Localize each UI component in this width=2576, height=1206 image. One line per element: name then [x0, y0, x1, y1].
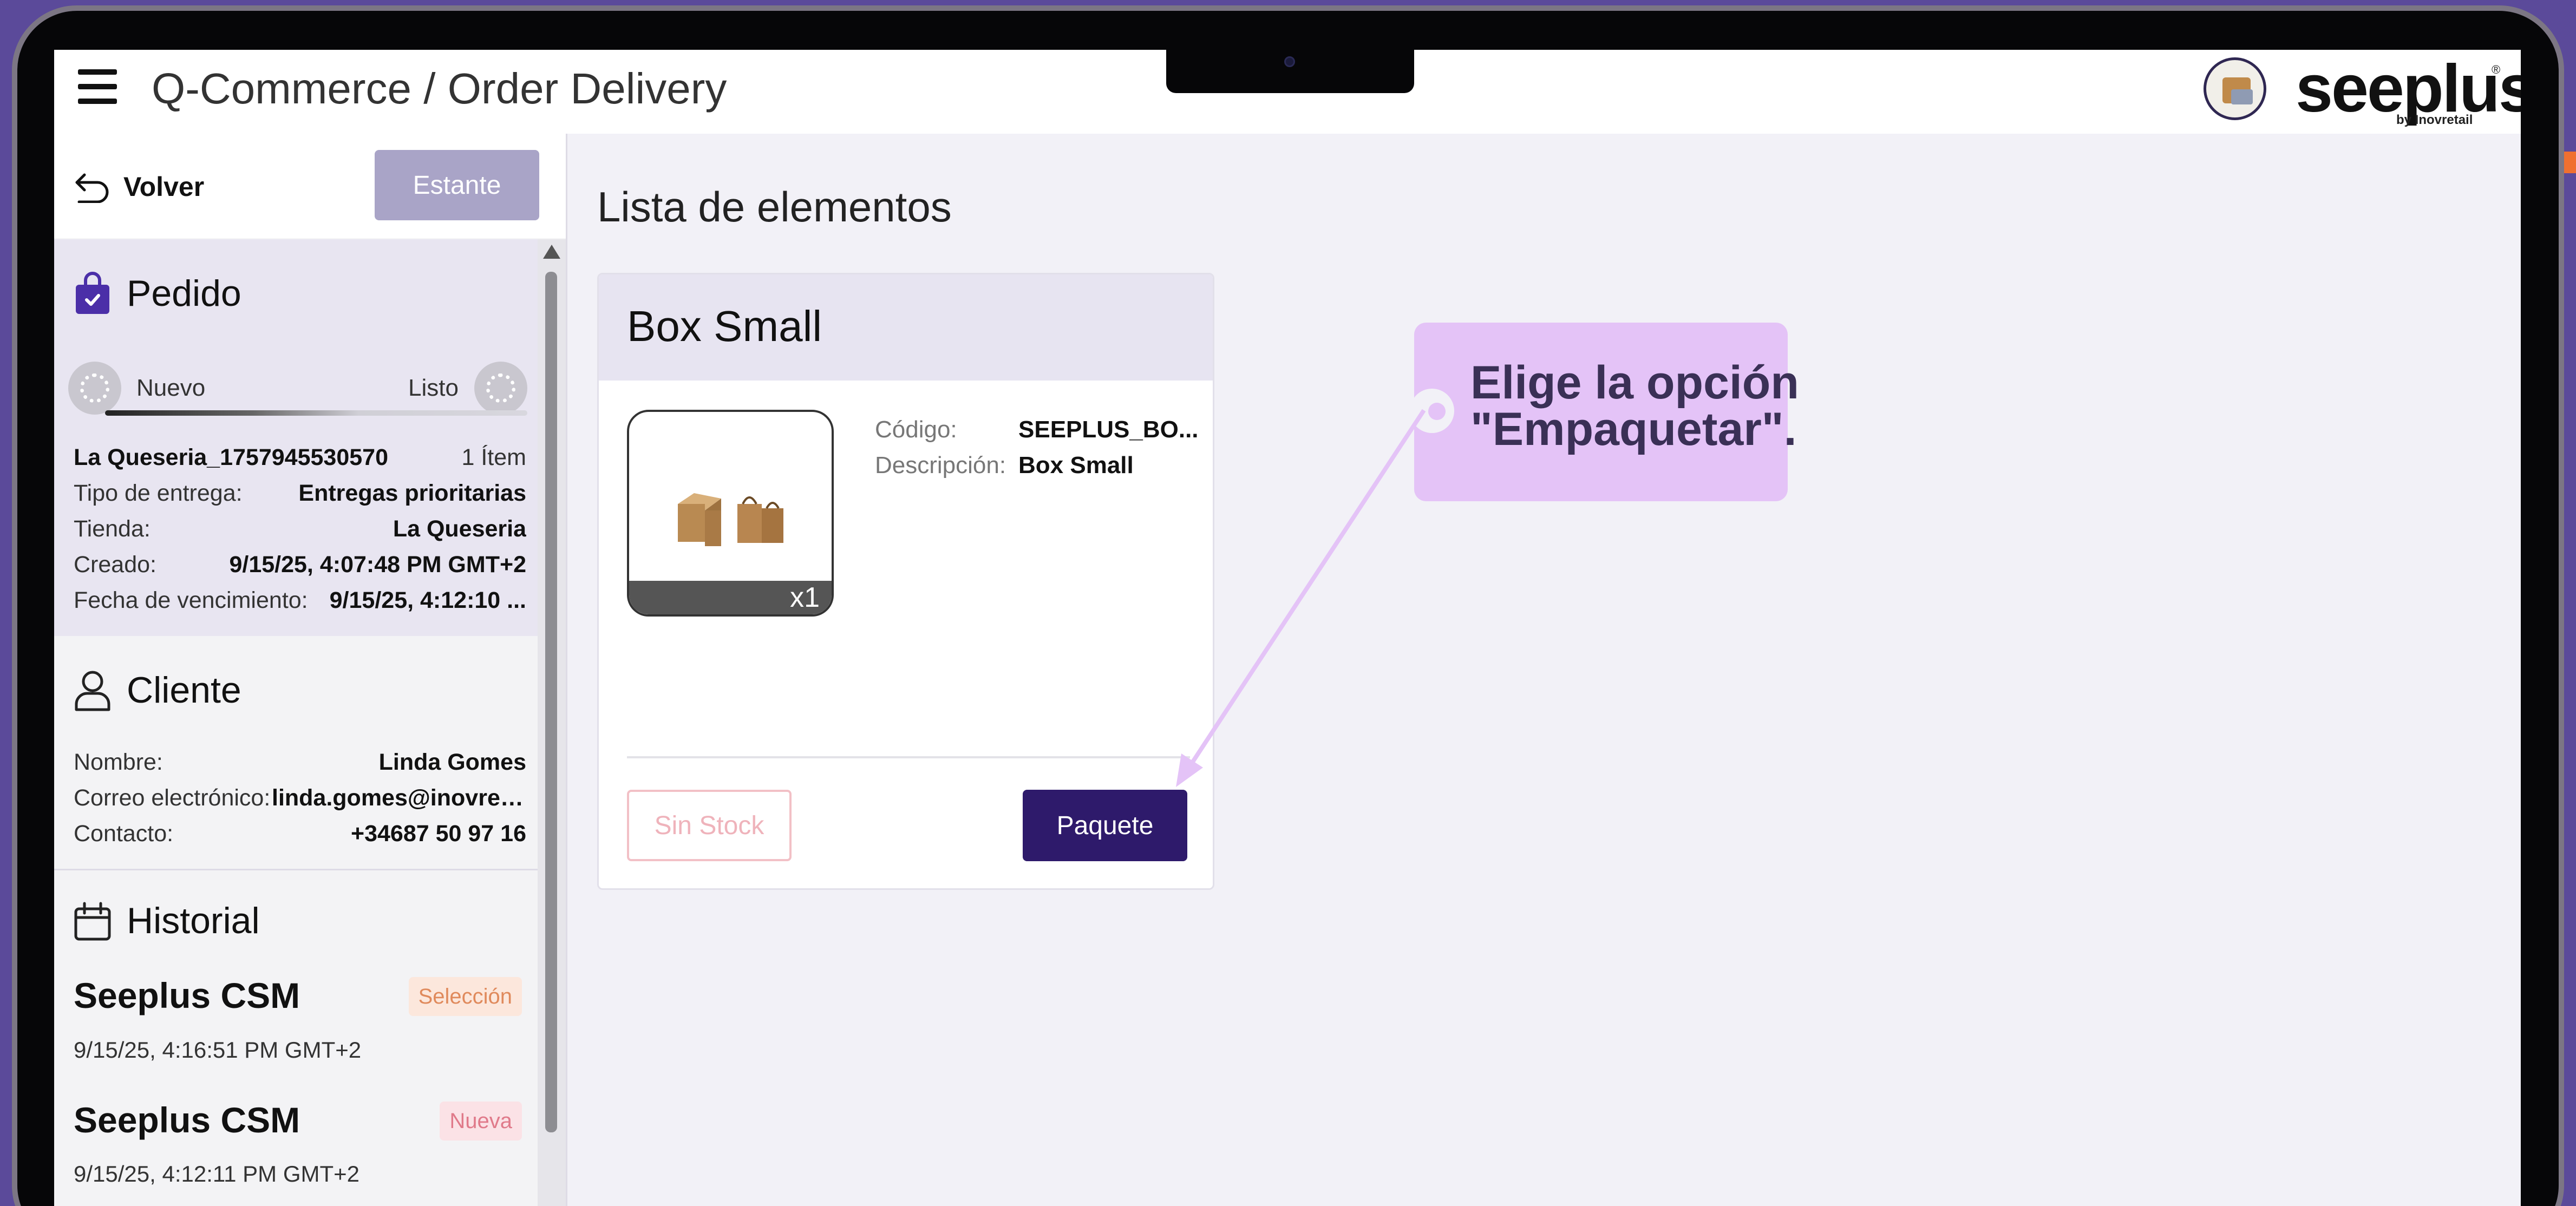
- row-value: 9/15/25, 4:07:48 PM GMT+2: [229, 551, 526, 578]
- brand-logo: seeplus by Inovretail ®: [2296, 55, 2521, 127]
- brand-subtitle: by Inovretail: [2396, 113, 2473, 127]
- item-card: Box Small x1 Código: SEEPLUS_BO... Descri…: [597, 273, 1214, 890]
- back-arrow-icon: [75, 173, 109, 203]
- calendar-icon: [74, 902, 111, 941]
- row-label: Tipo de entrega:: [74, 480, 243, 506]
- tooltip-line-2: "Empaquetar".: [1470, 403, 1797, 455]
- row-value: +34687 50 97 16: [350, 820, 526, 847]
- scroll-thumb[interactable]: [545, 272, 557, 1132]
- row-value: Entregas prioritarias: [298, 480, 526, 506]
- scroll-up-arrow-icon[interactable]: [543, 245, 560, 259]
- history-header: Historial: [74, 899, 260, 942]
- row-value: La Queseria: [393, 515, 526, 542]
- tutorial-tooltip: Elige la opción "Empaquetar".: [1410, 323, 1799, 501]
- shopping-bag-icon: [76, 272, 109, 314]
- order-id: La Queseria_1757945530570: [74, 444, 388, 470]
- item-description-label: Descripción:: [875, 452, 1006, 479]
- order-items-count: 1 Ítem: [461, 444, 527, 470]
- history-status-badge: Nueva: [440, 1102, 522, 1141]
- history-entry-name: Seeplus CSM: [74, 1100, 300, 1140]
- status-progress-bar: [105, 410, 527, 416]
- order-status-progress: Nuevo Listo: [68, 362, 528, 421]
- history-entry-date: 9/15/25, 4:12:11 PM GMT+2: [74, 1161, 360, 1187]
- history-panel: Historial Seeplus CSM Selección 9/15/25,…: [54, 872, 539, 1206]
- decorative-mark: [2564, 152, 2576, 173]
- card-divider: [627, 756, 1190, 758]
- order-row-delivery-type: Tipo de entrega: Entregas prioritarias: [74, 475, 526, 511]
- pack-button[interactable]: Paquete: [1023, 790, 1187, 861]
- tooltip-anchor-dot: [1428, 403, 1446, 420]
- shelf-button[interactable]: Estante: [375, 150, 539, 220]
- item-thumbnail[interactable]: x1: [627, 410, 834, 617]
- back-button[interactable]: Volver: [74, 166, 204, 207]
- tooltip-line-1: Elige la opción: [1470, 357, 1799, 409]
- item-code-row: Código: SEEPLUS_BO...: [875, 416, 1199, 443]
- camera-icon: [1284, 56, 1295, 67]
- sidebar-toolbar: Volver Estante: [54, 134, 566, 238]
- item-list-title: Lista de elementos: [597, 183, 952, 231]
- item-description-value: Box Small: [1018, 452, 1134, 479]
- client-row-email: Correo electrónico: linda.gomes@inovret.…: [74, 780, 526, 816]
- row-label: Contacto:: [74, 820, 174, 847]
- row-value: linda.gomes@inovret...: [272, 784, 526, 811]
- item-description-row: Descripción: Box Small: [875, 452, 1134, 479]
- item-quantity: x1: [629, 581, 832, 614]
- client-row-name: Nombre: Linda Gomes: [74, 744, 526, 780]
- row-label: Fecha de vencimiento:: [74, 587, 308, 613]
- row-label: Correo electrónico:: [74, 784, 271, 811]
- order-title: Pedido: [127, 273, 241, 314]
- user-icon: [75, 671, 110, 711]
- order-id-row: La Queseria_1757945530570 1 Ítem: [74, 440, 526, 475]
- brand-registered-mark: ®: [2492, 63, 2501, 76]
- order-panel: Pedido Nuevo Listo La Queseria_175794553…: [54, 239, 539, 636]
- history-entry-name: Seeplus CSM: [74, 975, 300, 1015]
- history-status-badge: Selección: [408, 977, 522, 1016]
- history-entry-date: 9/15/25, 4:16:51 PM GMT+2: [74, 1037, 362, 1063]
- order-row-created: Creado: 9/15/25, 4:07:48 PM GMT+2: [74, 547, 526, 582]
- boxes-and-bags-icon: [678, 493, 783, 546]
- page-title: Q-Commerce / Order Delivery: [152, 64, 727, 113]
- order-row-due-date: Fecha de vencimiento: 9/15/25, 4:12:10 .…: [74, 582, 526, 618]
- status-start-spinner-icon: [68, 362, 121, 415]
- client-row-contact: Contacto: +34687 50 97 16: [74, 816, 526, 851]
- item-code-value: SEEPLUS_BO...: [1018, 416, 1199, 443]
- item-code-label: Código:: [875, 416, 957, 443]
- client-title: Cliente: [127, 670, 241, 711]
- back-label: Volver: [123, 172, 205, 202]
- hamburger-menu-icon[interactable]: [78, 69, 117, 104]
- item-card-header: Box Small: [599, 274, 1213, 381]
- status-end-spinner-icon: [474, 362, 527, 415]
- order-sidebar: Volver Estante Pedido Nuevo Listo La Que…: [54, 134, 567, 1206]
- row-label: Creado:: [74, 551, 156, 578]
- history-title: Historial: [127, 900, 260, 941]
- status-end-label: Listo: [408, 375, 459, 401]
- order-header: Pedido: [74, 272, 241, 315]
- no-stock-button[interactable]: Sin Stock: [627, 790, 792, 861]
- user-avatar[interactable]: [2204, 57, 2266, 120]
- order-row-store: Tienda: La Queseria: [74, 511, 526, 547]
- app-screen: Q-Commerce / Order Delivery seeplus by I…: [54, 50, 2521, 1206]
- row-label: Tienda:: [74, 515, 151, 542]
- row-value: Linda Gomes: [378, 749, 526, 775]
- row-value: 9/15/25, 4:12:10 ...: [329, 587, 526, 613]
- status-start-label: Nuevo: [136, 375, 206, 401]
- row-label: Nombre:: [74, 749, 163, 775]
- tooltip-text: Elige la opción "Empaquetar".: [1470, 359, 1799, 453]
- client-panel: Cliente Nombre: Linda Gomes Correo elect…: [54, 636, 539, 870]
- item-title: Box Small: [627, 302, 822, 350]
- client-header: Cliente: [74, 668, 241, 712]
- sidebar-scrollbar[interactable]: [538, 239, 566, 1206]
